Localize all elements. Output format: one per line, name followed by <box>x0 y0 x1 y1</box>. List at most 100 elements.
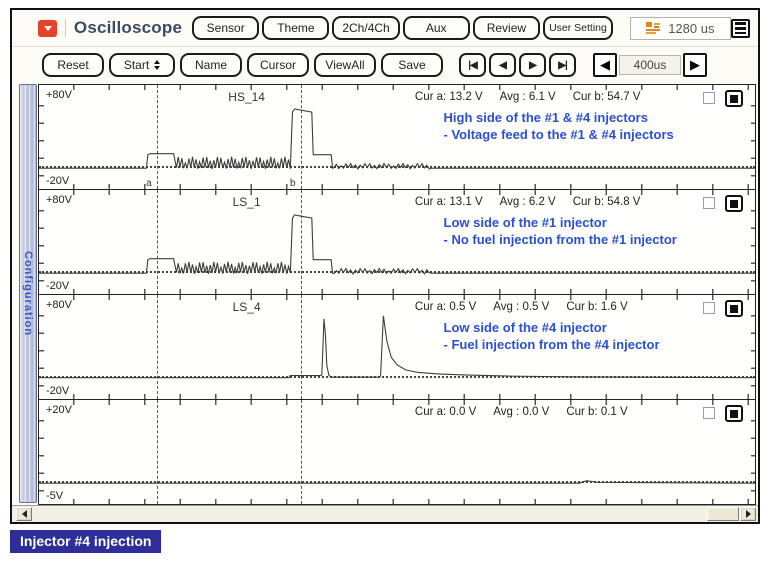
channel-display-button[interactable] <box>725 405 743 422</box>
user-setting-button[interactable]: User Setting <box>542 16 613 40</box>
channel-visibility-checkbox[interactable] <box>703 407 715 419</box>
channel-name: LS_1 <box>232 195 261 209</box>
divider <box>65 19 66 37</box>
horizontal-scrollbar[interactable] <box>12 505 758 522</box>
toolbar-main: Oscilloscope Sensor Theme 2Ch/4Ch Aux Re… <box>12 10 758 47</box>
scrollbar-thumb[interactable] <box>707 507 739 521</box>
oscilloscope-window: Oscilloscope Sensor Theme 2Ch/4Ch Aux Re… <box>10 8 760 524</box>
configuration-tab[interactable]: Configuration <box>19 84 37 503</box>
scroll-left-button[interactable] <box>16 507 32 521</box>
sensor-button[interactable]: Sensor <box>192 16 260 40</box>
annotation-line2: - Fuel injection from the #4 injector <box>443 337 660 352</box>
avg-value: Avg : 0.0 V <box>493 406 550 418</box>
range-min-label: -20V <box>46 175 70 187</box>
cursor-a-value: Cur a: 0.0 V <box>414 406 477 418</box>
range-min-label: -20V <box>46 280 70 292</box>
channel-panel-4: +20V -5V Cur a: 0.0 V Avg : 0.0 V Cur b:… <box>38 399 756 505</box>
channel-panel-2: +80V -20V LS_1 Cur a: 13.1 V Avg : 6.2 V… <box>38 189 756 295</box>
annotation-line1: High side of the #1 & #4 injectors <box>443 110 648 125</box>
first-frame-button[interactable]: |◀ <box>459 53 486 77</box>
measurements: Cur a: 13.2 V Avg : 6.1 V Cur b: 54.7 V <box>415 91 641 103</box>
range-max-label: +80V <box>46 89 72 101</box>
app-menu-button[interactable] <box>38 19 57 37</box>
aux-button[interactable]: Aux <box>402 16 470 40</box>
timebase-decrease-button[interactable]: ◀ <box>593 53 617 77</box>
cursor-b-value: Cur b: 0.1 V <box>566 406 628 418</box>
annotation-line1: Low side of the #4 injector <box>443 320 607 335</box>
waveform-ch4 <box>39 480 755 484</box>
cursor-a-value: Cur a: 0.5 V <box>414 301 477 313</box>
range-max-label: +80V <box>46 194 72 206</box>
menu-icon <box>734 32 746 34</box>
channel-display-button[interactable] <box>725 300 743 317</box>
channel-name: LS_4 <box>232 300 261 314</box>
range-max-label: +20V <box>46 404 72 416</box>
timebase-increase-button[interactable]: ▶ <box>683 53 707 77</box>
annotation: Low side of the #1 injector - No fuel in… <box>444 214 677 248</box>
menu-icon <box>734 27 746 30</box>
start-label: Start <box>123 58 150 72</box>
range-min-label: -5V <box>46 490 64 502</box>
configuration-tab-label: Configuration <box>22 250 34 337</box>
timebase-control: ◀ 400us ▶ <box>593 53 707 77</box>
name-button[interactable]: Name <box>180 53 242 77</box>
channel-name: HS_14 <box>228 90 265 104</box>
reset-button[interactable]: Reset <box>42 53 104 77</box>
chevron-down-icon <box>43 25 52 31</box>
avg-value: Avg : 6.2 V <box>499 196 556 208</box>
filled-square-icon <box>730 94 738 103</box>
channel-panel-3: +80V -20V LS_4 Cur a: 0.5 V Avg : 0.5 V … <box>38 294 756 400</box>
annotation: High side of the #1 & #4 injectors - Vol… <box>444 109 674 143</box>
avg-value: Avg : 0.5 V <box>493 301 550 313</box>
channel-visibility-checkbox[interactable] <box>703 302 715 314</box>
cursor-b-label: b <box>290 178 296 189</box>
cursor-b-value: Cur b: 54.7 V <box>572 91 641 103</box>
filled-square-icon <box>730 409 738 418</box>
window-menu-button[interactable] <box>730 18 750 38</box>
spinner-icon <box>154 60 161 70</box>
theme-button[interactable]: Theme <box>262 16 330 40</box>
avg-value: Avg : 6.1 V <box>499 91 556 103</box>
next-frame-button[interactable]: ▶ <box>519 53 546 77</box>
cursor-a-label: a <box>146 178 152 189</box>
sample-rate-icon <box>646 22 661 34</box>
channel-visibility-checkbox[interactable] <box>703 92 715 104</box>
annotation: Low side of the #4 injector - Fuel injec… <box>444 319 660 353</box>
range-min-label: -20V <box>46 385 70 397</box>
playback-controls: |◀ ◀ ▶ ▶| <box>459 53 576 77</box>
range-max-label: +80V <box>46 299 72 311</box>
channel-display-button[interactable] <box>725 90 743 107</box>
timebase-value: 400us <box>619 55 681 75</box>
channel-mode-button[interactable]: 2Ch/4Ch <box>332 16 400 40</box>
measurements: Cur a: 13.1 V Avg : 6.2 V Cur b: 54.8 V <box>415 196 641 208</box>
annotation-line2: - Voltage feed to the #1 & #4 injectors <box>443 127 674 142</box>
caption-badge: Injector #4 injection <box>10 530 162 553</box>
annotation-line1: Low side of the #1 injector <box>443 215 607 230</box>
start-button[interactable]: Start <box>109 53 175 77</box>
channel-panel-1: +80V -20V HS_14 Cur a: 13.2 V Avg : 6.1 … <box>38 84 756 190</box>
last-frame-button[interactable]: ▶| <box>549 53 576 77</box>
left-arrow-icon <box>21 510 27 518</box>
cursor-b-value: Cur b: 1.6 V <box>566 301 628 313</box>
right-arrow-icon <box>745 510 751 518</box>
cursor-a-value: Cur a: 13.1 V <box>414 196 483 208</box>
annotation-line2: - No fuel injection from the #1 injector <box>443 232 677 247</box>
measurements: Cur a: 0.5 V Avg : 0.5 V Cur b: 1.6 V <box>415 301 628 313</box>
channel-display-button[interactable] <box>725 195 743 212</box>
prev-frame-button[interactable]: ◀ <box>489 53 516 77</box>
filled-square-icon <box>730 199 738 208</box>
channel-area: +80V -20V HS_14 Cur a: 13.2 V Avg : 6.1 … <box>38 84 756 505</box>
cursor-button[interactable]: Cursor <box>247 53 309 77</box>
cursor-b-value: Cur b: 54.8 V <box>572 196 641 208</box>
review-button[interactable]: Review <box>472 16 540 40</box>
filled-square-icon <box>730 304 738 313</box>
toolbar-secondary: Reset Start Name Cursor ViewAll Save |◀ … <box>12 47 758 83</box>
cursor-a-value: Cur a: 13.2 V <box>414 91 483 103</box>
save-button[interactable]: Save <box>381 53 443 77</box>
measurements: Cur a: 0.0 V Avg : 0.0 V Cur b: 0.1 V <box>415 406 628 418</box>
sample-time-value: 1280 us <box>668 20 715 36</box>
viewall-button[interactable]: ViewAll <box>314 53 376 77</box>
channel-visibility-checkbox[interactable] <box>703 197 715 209</box>
scroll-right-button[interactable] <box>740 507 756 521</box>
app-title: Oscilloscope <box>73 18 183 37</box>
